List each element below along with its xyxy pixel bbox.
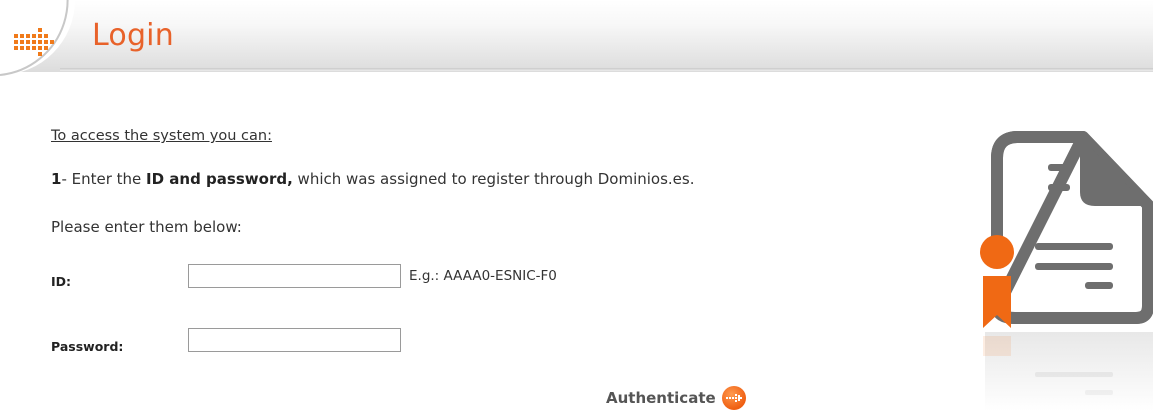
password-input[interactable] bbox=[188, 328, 401, 352]
header-divider bbox=[60, 68, 1153, 71]
arrow-circle-icon bbox=[721, 386, 746, 410]
id-label: ID: bbox=[51, 274, 72, 289]
id-input[interactable] bbox=[188, 264, 401, 288]
step-one-text: 1- Enter the ID and password, which was … bbox=[51, 170, 695, 188]
enter-below-text: Please enter them below: bbox=[51, 218, 242, 236]
password-label: Password: bbox=[51, 339, 124, 354]
certificate-document-icon bbox=[980, 131, 1153, 411]
authenticate-button[interactable]: Authenticate bbox=[606, 386, 746, 410]
step-separator: - Enter the bbox=[61, 170, 147, 188]
access-intro-text: To access the system you can: bbox=[51, 128, 272, 144]
step-highlight: ID and password, bbox=[146, 170, 293, 188]
id-format-hint: E.g.: AAAA0-ESNIC-F0 bbox=[409, 268, 557, 284]
step-number: 1 bbox=[51, 170, 62, 188]
page-title: Login bbox=[92, 18, 174, 53]
dotted-arrow-icon bbox=[0, 0, 75, 77]
step-description: which was assigned to register through D… bbox=[292, 170, 695, 188]
authenticate-label: Authenticate bbox=[606, 389, 716, 407]
